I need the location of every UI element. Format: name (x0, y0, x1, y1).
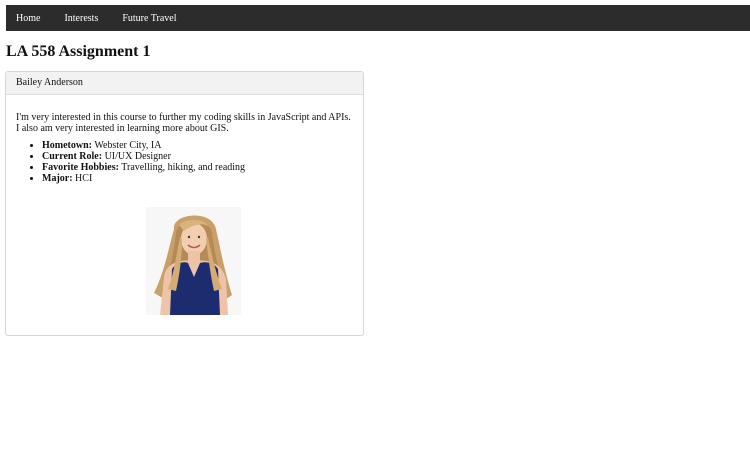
fact-value: Travelling, hiking, and reading (121, 162, 246, 173)
profile-card: Bailey Anderson I'm very interested in t… (5, 71, 364, 336)
fact-value: HCI (75, 173, 93, 184)
profile-photo (146, 207, 241, 315)
fact-label: Hometown: (42, 140, 92, 151)
fact-value: Webster City, IA (94, 140, 162, 151)
list-item: Favorite Hobbies: Travelling, hiking, an… (42, 162, 353, 173)
list-item: Hometown: Webster City, IA (42, 140, 353, 151)
list-item: Major: HCI (42, 173, 353, 184)
page-title: LA 558 Assignment 1 (6, 43, 151, 60)
profile-facts-list: Hometown: Webster City, IA Current Role:… (16, 140, 353, 184)
top-navbar: Home Interests Future Travel (6, 5, 750, 31)
intro-paragraph: I'm very interested in this course to fu… (16, 112, 351, 134)
nav-home-link[interactable]: Home (16, 13, 40, 24)
card-header-name: Bailey Anderson (6, 72, 363, 95)
nav-future-travel-link[interactable]: Future Travel (122, 13, 176, 24)
fact-label: Favorite Hobbies: (42, 162, 119, 173)
list-item: Current Role: UI/UX Designer (42, 151, 353, 162)
fact-label: Major: (42, 173, 73, 184)
fact-value: UI/UX Designer (104, 151, 171, 162)
nav-interests-link[interactable]: Interests (64, 13, 98, 24)
card-body: I'm very interested in this course to fu… (6, 95, 363, 184)
fact-label: Current Role: (42, 151, 103, 162)
